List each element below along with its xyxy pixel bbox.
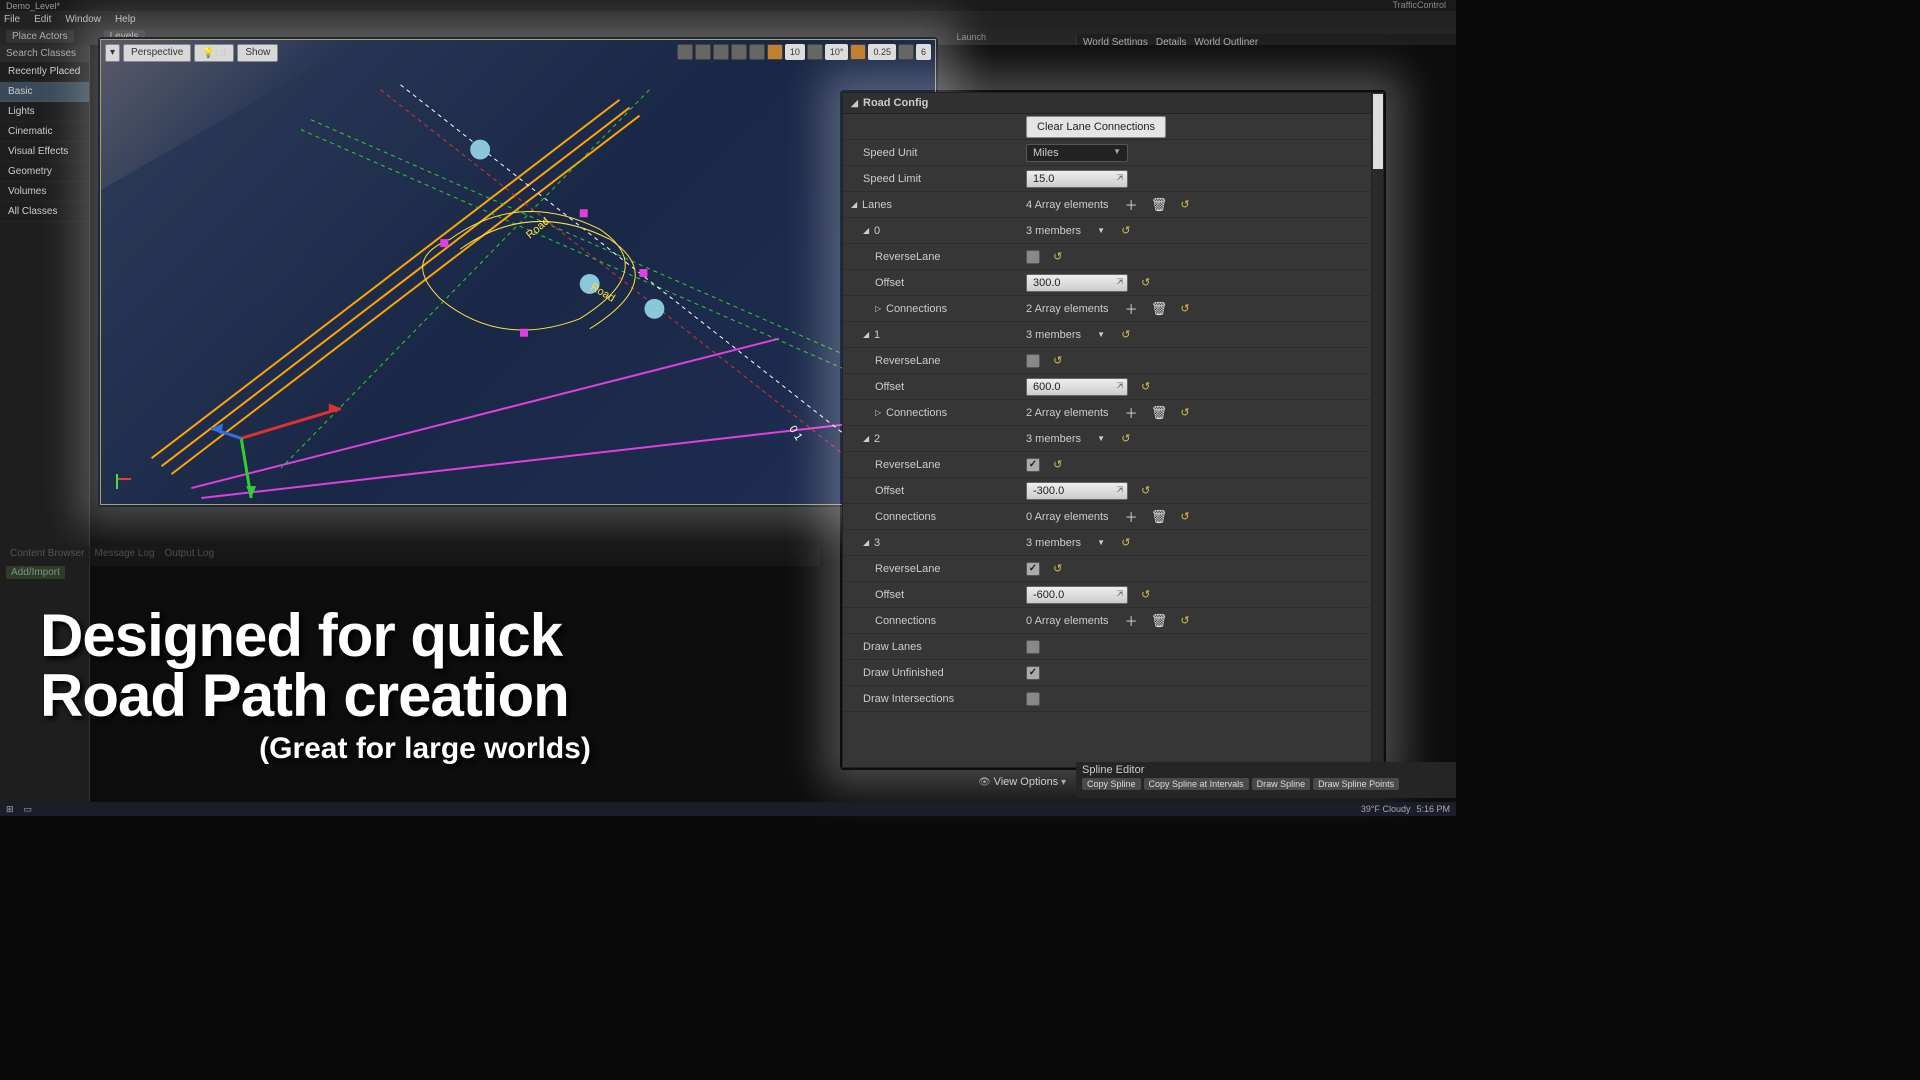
draw-lanes-checkbox[interactable] [1026, 640, 1040, 654]
taskbar: ⊞ ▭ 39°F Cloudy 5:16 PM [0, 802, 1456, 816]
level-name: Demo_Level* [6, 1, 60, 11]
speed-limit-label: Speed Limit [851, 173, 1026, 185]
add-import-button[interactable]: Add/Import [6, 566, 65, 579]
reset-lanes-icon[interactable]: ↺ [1180, 198, 1189, 211]
title-bar: Demo_Level* TrafficControl [0, 0, 1456, 11]
snap-pos[interactable]: 10 [785, 44, 805, 60]
svg-text:Road: Road [524, 215, 552, 241]
draw-unfinished-label: Draw Unfinished [851, 667, 1026, 679]
clear-lane-connections-button[interactable]: Clear Lane Connections [1026, 116, 1166, 138]
menu-file[interactable]: File [4, 14, 20, 25]
speed-unit-dropdown[interactable]: Miles▼ [1026, 144, 1128, 162]
sidebar-cinematic[interactable]: Cinematic [0, 122, 89, 142]
road-path-overlay: Road Road 0 1 2 3 [101, 40, 935, 504]
sidebar-lights[interactable]: Lights [0, 102, 89, 122]
spline-editor-panel: Spline Editor Copy Spline Copy Spline at… [1076, 762, 1456, 798]
menu-bar: File Edit Window Help [0, 11, 1456, 28]
viewport-options-icon[interactable]: ▾ [105, 44, 120, 62]
road-config-header[interactable]: ◢Road Config [843, 93, 1371, 114]
launch-button[interactable]: Launch [956, 32, 986, 42]
lanes-label[interactable]: Lanes [862, 199, 892, 211]
speed-unit-label: Speed Unit [851, 147, 1026, 159]
lane-3-label[interactable]: 3 [874, 537, 880, 549]
add-lane-icon[interactable]: ＋ [1125, 195, 1138, 214]
cam-speed[interactable]: 6 [916, 44, 931, 60]
axis-gizmo [116, 469, 136, 489]
lane2-offset-input[interactable]: -300.0 [1026, 482, 1128, 500]
search-classes-header[interactable]: Search Classes [0, 45, 89, 62]
sidebar-volumes[interactable]: Volumes [0, 182, 89, 202]
svg-text:0 1: 0 1 [786, 424, 804, 443]
copy-spline-intervals-button[interactable]: Copy Spline at Intervals [1144, 778, 1249, 790]
viewport[interactable]: Road Road 0 1 2 3 ▾ Perspective 💡Lit Sh [100, 39, 936, 505]
panel-scrollbar[interactable] [1371, 93, 1383, 767]
speed-limit-input[interactable]: 15.0 [1026, 170, 1128, 188]
tab-message-log[interactable]: Message Log [94, 548, 154, 564]
marketing-overlay: Designed for quick Road Path creation (G… [40, 606, 810, 766]
vp-tool-cam[interactable] [898, 44, 914, 60]
clock: 5:16 PM [1416, 804, 1450, 814]
draw-intersections-checkbox[interactable] [1026, 692, 1040, 706]
vp-tool-grid[interactable] [767, 44, 783, 60]
draw-unfinished-checkbox[interactable]: ✓ [1026, 666, 1040, 680]
snap-angle[interactable]: 10° [825, 44, 849, 60]
lane0-offset-input[interactable]: 300.0 [1026, 274, 1128, 292]
lane-1-label[interactable]: 1 [874, 329, 880, 341]
show-button[interactable]: Show [237, 44, 278, 62]
draw-lanes-label: Draw Lanes [851, 641, 1026, 653]
lane1-reverse-checkbox[interactable] [1026, 354, 1040, 368]
reset-icon[interactable]: ↺ [1121, 224, 1130, 237]
road-config-panel: ◢Road Config Clear Lane Connections Spee… [842, 92, 1384, 768]
task-icon[interactable]: ▭ [24, 804, 33, 815]
lane1-offset-input[interactable]: 600.0 [1026, 378, 1128, 396]
vp-tool-5[interactable] [749, 44, 765, 60]
vp-tool-scale[interactable] [850, 44, 866, 60]
vp-tool-2[interactable] [695, 44, 711, 60]
vp-tool-1[interactable] [677, 44, 693, 60]
lane3-offset-input[interactable]: -600.0 [1026, 586, 1128, 604]
perspective-button[interactable]: Perspective [123, 44, 191, 62]
menu-help[interactable]: Help [115, 14, 136, 25]
menu-edit[interactable]: Edit [34, 14, 51, 25]
draw-intersections-label: Draw Intersections [851, 693, 1026, 705]
vp-tool-4[interactable] [731, 44, 747, 60]
lane-0-label[interactable]: 0 [874, 225, 880, 237]
snap-scale[interactable]: 0.25 [868, 44, 896, 60]
tab-output-log[interactable]: Output Log [165, 548, 214, 564]
draw-spline-button[interactable]: Draw Spline [1252, 778, 1311, 790]
bottom-panel-tabs: Content Browser Message Log Output Log [0, 546, 820, 566]
view-options-button[interactable]: 👁 View Options ▾ [978, 776, 1066, 788]
lit-button[interactable]: 💡Lit [194, 44, 234, 62]
sidebar-basic[interactable]: Basic [0, 82, 89, 102]
vp-tool-angle[interactable] [807, 44, 823, 60]
lane0-reverse-checkbox[interactable] [1026, 250, 1040, 264]
sidebar-visual-effects[interactable]: Visual Effects [0, 142, 89, 162]
lane-2-label[interactable]: 2 [874, 433, 880, 445]
copy-spline-button[interactable]: Copy Spline [1082, 778, 1141, 790]
vp-tool-3[interactable] [713, 44, 729, 60]
svg-text:Road: Road [588, 281, 617, 304]
menu-window[interactable]: Window [65, 14, 101, 25]
weather[interactable]: 39°F Cloudy [1361, 804, 1411, 814]
project-name: TrafficControl [1392, 0, 1446, 10]
draw-spline-points-button[interactable]: Draw Spline Points [1313, 778, 1399, 790]
sidebar-geometry[interactable]: Geometry [0, 162, 89, 182]
delete-lane-icon[interactable]: 🗑 [1151, 197, 1168, 213]
place-actors-tab[interactable]: Place Actors [6, 30, 74, 43]
tab-content-browser[interactable]: Content Browser [10, 548, 84, 564]
start-icon[interactable]: ⊞ [6, 804, 14, 815]
lane2-reverse-checkbox[interactable]: ✓ [1026, 458, 1040, 472]
sidebar-all-classes[interactable]: All Classes [0, 202, 89, 222]
lane3-reverse-checkbox[interactable]: ✓ [1026, 562, 1040, 576]
sidebar-recently-placed[interactable]: Recently Placed [0, 62, 89, 82]
